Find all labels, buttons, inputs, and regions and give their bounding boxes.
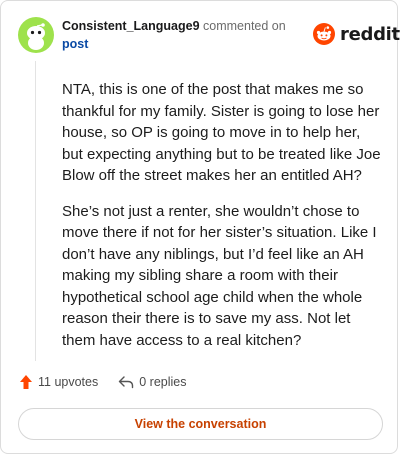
upvote-count: 11 upvotes [38,375,99,389]
comment-paragraph: NTA, this is one of the post that makes … [62,81,381,184]
reply-count: 0 replies [139,375,187,389]
comment-body: NTA, this is one of the post that makes … [62,79,384,365]
comment-header: Consistent_Language9 commented on post [62,17,302,53]
upvote-arrow-icon [20,375,32,389]
reddit-logo[interactable]: reddit [313,23,400,45]
comment-paragraph: She’s not just a renter, she wouldn’t ch… [62,202,377,349]
view-conversation-button[interactable]: View the conversation [18,408,383,440]
post-link[interactable]: post [62,35,88,53]
reddit-logo-icon [313,23,335,45]
thread-line [35,61,36,361]
reply-arrow-icon [119,376,134,389]
username-link[interactable]: Consistent_Language9 [62,19,200,33]
action-text: commented on [203,19,286,33]
reddit-wordmark: reddit [340,23,400,45]
upvote-button[interactable]: 11 upvotes [19,374,98,390]
comment-actions: 11 upvotes 0 replies [19,374,186,390]
snoo-avatar-icon[interactable] [18,17,54,53]
reply-button[interactable]: 0 replies [118,375,186,389]
comment-embed-card: Consistent_Language9 commented on post r… [0,0,400,454]
